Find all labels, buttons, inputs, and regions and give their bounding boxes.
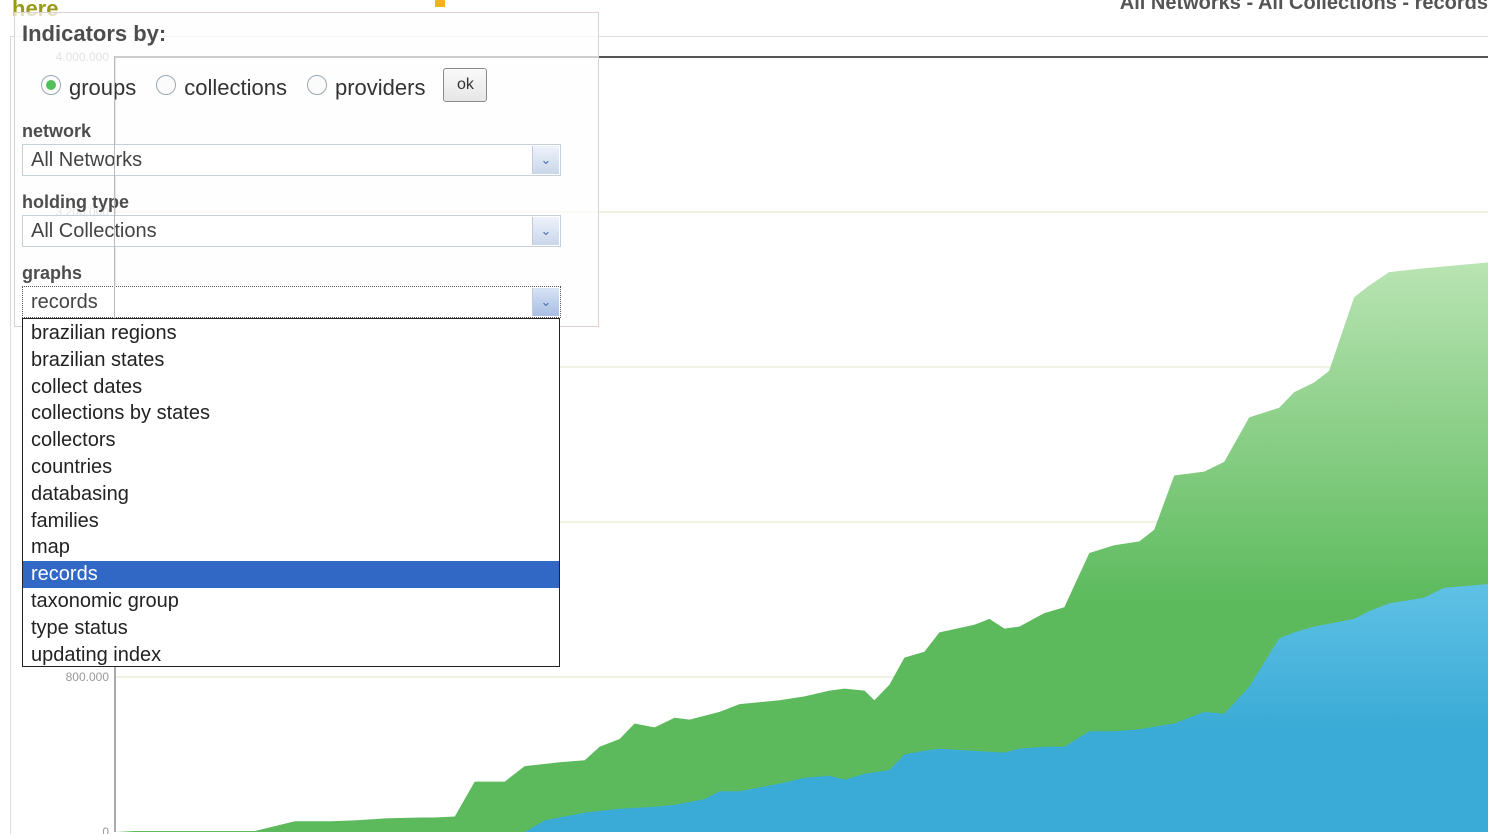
dropdown-option[interactable]: taxonomic group [23,588,559,615]
dropdown-option[interactable]: countries [23,454,559,481]
dropdown-option[interactable]: collect dates [23,374,559,401]
radio-groups[interactable]: groups [41,75,136,101]
holding-type-label: holding type [22,192,129,212]
radio-label: collections [184,75,287,100]
dropdown-option[interactable]: map [23,534,559,561]
select-value: All Collections [31,220,157,242]
dropdown-option[interactable]: type status [23,615,559,642]
holding-type-select[interactable]: All Collections ⌄ [22,215,561,247]
radio-providers[interactable]: providers [307,75,425,101]
chevron-down-icon[interactable]: ⌄ [532,146,559,174]
dropdown-option[interactable]: records [23,561,559,588]
indicators-panel: Indicators by: groups collections provid… [14,12,599,327]
dropdown-option[interactable]: databasing [23,481,559,508]
select-value: records [31,291,98,313]
indicator-radio-group: groups collections providers ok [41,68,488,103]
dropdown-option[interactable]: collectors [23,427,559,454]
marker-icon [435,0,445,7]
chart-title: All Networks - All Collections - records [1119,0,1488,14]
select-value: All Networks [31,149,143,171]
dropdown-option[interactable]: families [23,508,559,535]
radio-label: groups [69,75,137,100]
dropdown-option[interactable]: brazilian states [23,347,559,374]
chevron-down-icon[interactable]: ⌄ [532,288,559,316]
radio-label: providers [335,75,426,100]
dropdown-option[interactable]: collections by states [23,400,559,427]
y-tick-label: 800.000 [66,670,110,684]
radio-unchecked-icon[interactable] [307,75,327,95]
graphs-label: graphs [22,263,83,283]
dropdown-option[interactable]: brazilian regions [23,320,559,347]
network-label: network [22,121,92,141]
graphs-dropdown-list[interactable]: brazilian regions brazilian states collect… [22,318,560,667]
network-select[interactable]: All Networks ⌄ [22,144,561,176]
chart-axis-line [114,56,115,326]
radio-unchecked-icon[interactable] [156,75,177,95]
dropdown-option[interactable]: updating index [23,642,559,669]
radio-checked-icon[interactable] [41,75,61,95]
radio-collections[interactable]: collections [156,75,287,101]
panel-title: Indicators by: [22,21,167,46]
chevron-down-icon[interactable]: ⌄ [532,217,559,245]
graphs-select[interactable]: records ⌄ [22,286,561,318]
ok-button[interactable]: ok [443,68,488,102]
